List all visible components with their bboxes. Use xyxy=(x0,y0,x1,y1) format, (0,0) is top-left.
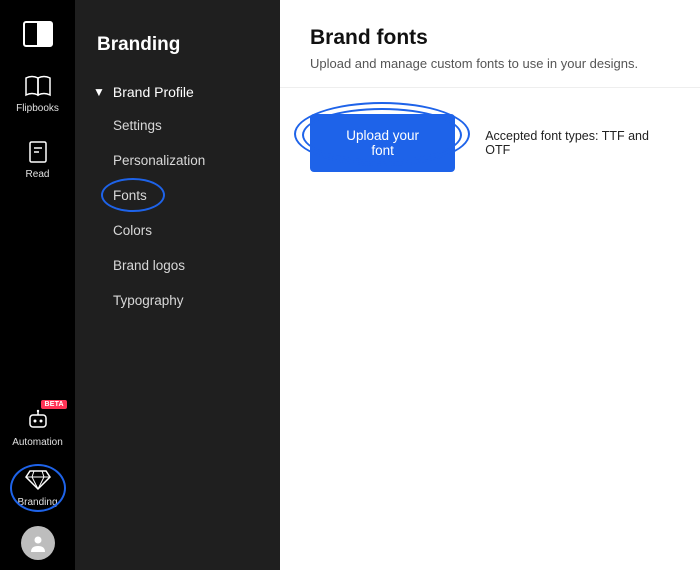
tree-child-label: Brand logos xyxy=(113,258,185,273)
tree-parent-brand-profile[interactable]: ▼ Brand Profile xyxy=(75,76,280,108)
tree-child-label: Personalization xyxy=(113,153,205,168)
diamond-icon xyxy=(22,466,54,494)
page-subtitle: Upload and manage custom fonts to use in… xyxy=(310,56,670,71)
rail-label-automation: Automation xyxy=(12,438,63,448)
avatar-icon xyxy=(21,526,55,560)
tree-child-label: Fonts xyxy=(113,188,147,203)
rail-item-read[interactable]: Read xyxy=(22,138,54,180)
bot-icon xyxy=(22,406,54,434)
rail-label-read: Read xyxy=(26,170,50,180)
rail-logo[interactable] xyxy=(22,20,54,48)
tree-child-label: Typography xyxy=(113,293,184,308)
sidebar: Branding ▼ Brand Profile Settings Person… xyxy=(75,0,280,570)
tree-child-personalization[interactable]: Personalization xyxy=(75,143,280,178)
upload-font-button[interactable]: Upload your font xyxy=(310,114,455,172)
tree-child-typography[interactable]: Typography xyxy=(75,283,280,318)
tree-child-brand-logos[interactable]: Brand logos xyxy=(75,248,280,283)
upload-wrap: Upload your font xyxy=(310,114,455,172)
rail-label-flipbooks: Flipbooks xyxy=(16,104,59,114)
accepted-font-types-text: Accepted font types: TTF and OTF xyxy=(485,129,670,157)
tree-child-colors[interactable]: Colors xyxy=(75,213,280,248)
rail-item-flipbooks[interactable]: Flipbooks xyxy=(16,72,59,114)
rail-item-automation[interactable]: BETA Automation xyxy=(12,406,63,448)
tree-child-label: Settings xyxy=(113,118,162,133)
rail-top-group: Flipbooks Read xyxy=(16,20,59,180)
book-open-icon xyxy=(22,72,54,100)
page-title: Brand fonts xyxy=(310,26,670,50)
rail-item-avatar[interactable] xyxy=(21,526,55,560)
main-body: Upload your font Accepted font types: TT… xyxy=(280,88,700,198)
tree-child-settings[interactable]: Settings xyxy=(75,108,280,143)
sidebar-title: Branding xyxy=(75,24,280,76)
sidebar-tree: ▼ Brand Profile Settings Personalization… xyxy=(75,76,280,318)
main-header: Brand fonts Upload and manage custom fon… xyxy=(280,0,700,88)
rail-label-branding: Branding xyxy=(17,498,57,508)
tree-children: Settings Personalization Fonts Colors Br… xyxy=(75,108,280,318)
tree-child-fonts[interactable]: Fonts xyxy=(75,178,280,213)
icon-rail: Flipbooks Read BETA xyxy=(0,0,75,570)
app-root: Flipbooks Read BETA xyxy=(0,0,700,570)
chevron-down-icon: ▼ xyxy=(93,85,105,99)
tree-child-label: Colors xyxy=(113,223,152,238)
rail-item-branding[interactable]: Branding xyxy=(17,466,57,508)
beta-badge: BETA xyxy=(41,400,66,409)
tree-parent-label: Brand Profile xyxy=(113,84,194,100)
rail-bottom-group: BETA Automation xyxy=(12,406,63,560)
logo-icon xyxy=(22,20,54,48)
main-content: Brand fonts Upload and manage custom fon… xyxy=(280,0,700,570)
page-icon xyxy=(22,138,54,166)
